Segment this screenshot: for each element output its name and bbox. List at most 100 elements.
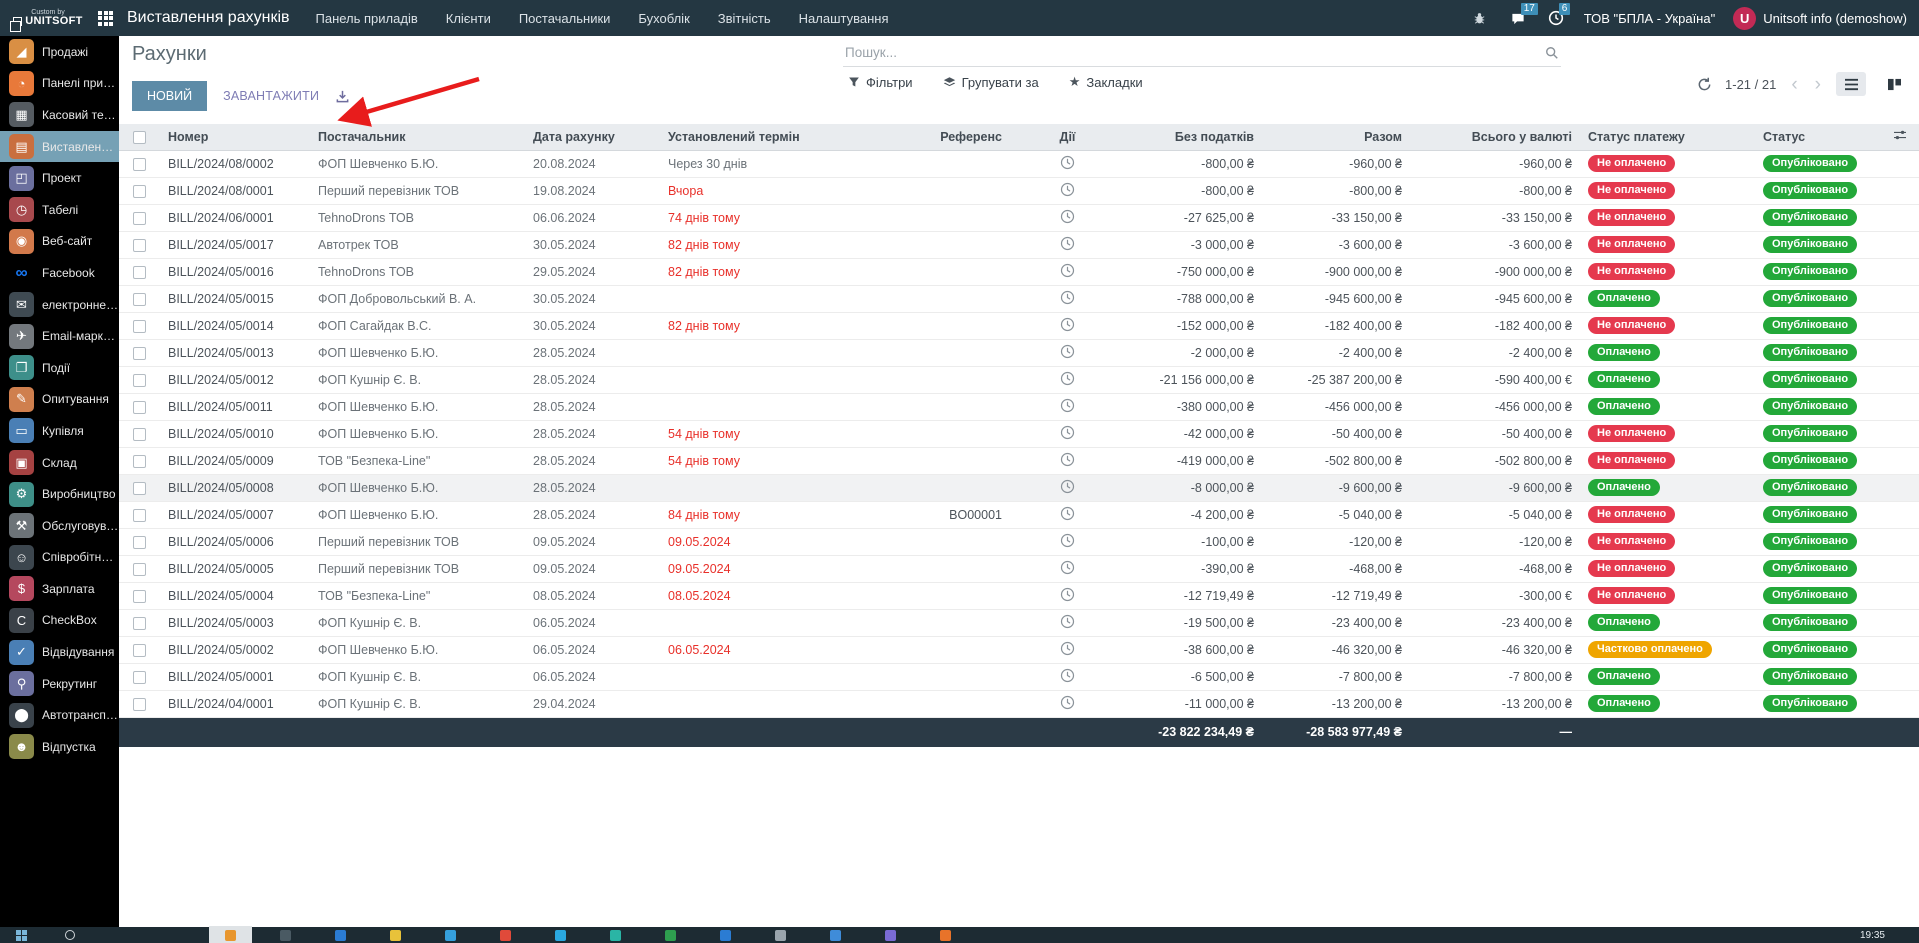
- activity-clock-icon[interactable]: [1060, 263, 1075, 278]
- activity-clock-icon[interactable]: [1060, 533, 1075, 548]
- activity-clock-icon[interactable]: [1060, 560, 1075, 575]
- table-row[interactable]: BILL/2024/05/0009 ТОВ "Безпека-Line" 28.…: [119, 447, 1919, 475]
- row-checkbox[interactable]: [133, 157, 146, 171]
- header-reference[interactable]: Референс: [865, 124, 1010, 151]
- header-total[interactable]: Разом: [1262, 124, 1410, 151]
- row-checkbox[interactable]: [133, 697, 146, 711]
- sidebar-item-manufacturing[interactable]: ⚙ Виробництво: [0, 478, 119, 510]
- sidebar-item-sales[interactable]: ◢ Продажі: [0, 36, 119, 68]
- column-options-sliders-icon[interactable]: [1880, 124, 1919, 151]
- row-checkbox[interactable]: [133, 643, 146, 657]
- firefox-icon[interactable]: [940, 929, 951, 941]
- row-checkbox[interactable]: [133, 589, 146, 603]
- upload-button[interactable]: ЗАВАНТАЖИТИ: [223, 89, 319, 103]
- activity-clock-icon[interactable]: [1060, 155, 1075, 170]
- photoshop-icon[interactable]: [555, 929, 566, 941]
- debug-bug-icon[interactable]: [1470, 8, 1490, 28]
- header-bill-date[interactable]: Дата рахунку: [525, 124, 660, 151]
- new-button[interactable]: НОВИЙ: [132, 81, 208, 111]
- teams-purple-icon[interactable]: [885, 929, 896, 941]
- search-input[interactable]: [843, 39, 1561, 67]
- row-checkbox[interactable]: [133, 454, 146, 468]
- header-activities[interactable]: Дії: [1010, 124, 1125, 151]
- row-checkbox[interactable]: [133, 346, 146, 360]
- header-due-date[interactable]: Установлений термін: [660, 124, 865, 151]
- activity-clock-icon[interactable]: [1060, 236, 1075, 251]
- teams-icon[interactable]: [445, 929, 456, 941]
- notepad-icon[interactable]: [775, 929, 786, 941]
- row-checkbox[interactable]: [133, 427, 146, 441]
- pager-prev-icon[interactable]: ‹: [1789, 75, 1799, 94]
- sidebar-item-project[interactable]: ◰ Проект: [0, 162, 119, 194]
- sidebar-item-inventory[interactable]: ▣ Склад: [0, 447, 119, 479]
- row-checkbox[interactable]: [133, 238, 146, 252]
- current-app-name[interactable]: Виставлення рахунків: [127, 9, 290, 27]
- table-row[interactable]: BILL/2024/05/0016 TehnoDrons ТОВ 29.05.2…: [119, 258, 1919, 286]
- user-menu[interactable]: U Unitsoft info (demoshow): [1733, 6, 1907, 30]
- sidebar-item-payroll[interactable]: $ Зарплата: [0, 573, 119, 605]
- menu-item-панель-приладів[interactable]: Панель приладів: [316, 11, 418, 26]
- row-checkbox[interactable]: [133, 373, 146, 387]
- excel-icon[interactable]: [665, 929, 676, 941]
- menu-item-звітність[interactable]: Звітність: [718, 11, 771, 26]
- activity-clock-icon[interactable]: [1060, 695, 1075, 710]
- row-checkbox[interactable]: [133, 184, 146, 198]
- list-view-button[interactable]: [1836, 72, 1866, 96]
- menu-item-постачальники[interactable]: Постачальники: [519, 11, 611, 26]
- activity-clock-icon[interactable]: [1060, 641, 1075, 656]
- activity-clock-icon[interactable]: [1060, 479, 1075, 494]
- sidebar-item-invoicing[interactable]: ▤ Виставлення ра...: [0, 130, 119, 163]
- sidebar-item-maintenance[interactable]: ⚒ Обслуговування: [0, 510, 119, 542]
- mail-app-icon[interactable]: [335, 929, 346, 941]
- row-checkbox[interactable]: [133, 670, 146, 684]
- sidebar-item-facebook[interactable]: ∞ Facebook: [0, 257, 119, 289]
- row-checkbox[interactable]: [133, 481, 146, 495]
- table-row[interactable]: BILL/2024/05/0017 Автотрек ТОВ 30.05.202…: [119, 231, 1919, 259]
- table-row[interactable]: BILL/2024/05/0005 Перший перевізник ТОВ …: [119, 555, 1919, 583]
- menu-item-клієнти[interactable]: Клієнти: [446, 11, 491, 26]
- table-row[interactable]: BILL/2024/08/0001 Перший перевізник ТОВ …: [119, 177, 1919, 205]
- vscode-icon[interactable]: [830, 929, 841, 941]
- select-all-checkbox[interactable]: [133, 130, 146, 144]
- activity-clock-icon[interactable]: [1060, 452, 1075, 467]
- header-vendor[interactable]: Постачальник: [310, 124, 525, 151]
- sidebar-item-employees[interactable]: ☺ Співробітники: [0, 542, 119, 574]
- menu-item-бухоблік[interactable]: Бухоблік: [638, 11, 689, 26]
- chrome-icon[interactable]: [500, 929, 511, 941]
- table-row[interactable]: BILL/2024/05/0001 ФОП Кушнір Є. В. 06.05…: [119, 663, 1919, 691]
- header-payment-status[interactable]: Статус платежу: [1580, 124, 1755, 151]
- notes-app-icon[interactable]: [390, 929, 401, 941]
- row-checkbox[interactable]: [133, 535, 146, 549]
- activity-clock-icon[interactable]: [1060, 425, 1075, 440]
- activity-clock-icon[interactable]: [1060, 344, 1075, 359]
- group-by-button[interactable]: Групувати за: [943, 75, 1039, 90]
- pager-next-icon[interactable]: ›: [1813, 75, 1823, 94]
- table-row[interactable]: BILL/2024/05/0014 ФОП Сагайдак В.С. 30.0…: [119, 312, 1919, 340]
- menu-item-налаштування[interactable]: Налаштування: [799, 11, 889, 26]
- sidebar-item-website[interactable]: ◉ Веб-сайт: [0, 226, 119, 258]
- table-row[interactable]: BILL/2024/05/0004 ТОВ "Безпека-Line" 08.…: [119, 582, 1919, 610]
- sidebar-item-recruitment[interactable]: ⚲ Рекрутинг: [0, 668, 119, 700]
- table-row[interactable]: BILL/2024/04/0001 ФОП Кушнір Є. В. 29.04…: [119, 690, 1919, 718]
- activity-clock-icon[interactable]: [1060, 290, 1075, 305]
- sidebar-item-timesheets[interactable]: ◷ Табелі: [0, 194, 119, 226]
- sidebar-item-timeoff[interactable]: ☻ Відпустка: [0, 731, 119, 763]
- company-switcher[interactable]: ТОВ "БПЛА - Україна": [1584, 11, 1715, 26]
- kanban-view-button[interactable]: [1879, 72, 1909, 96]
- row-checkbox[interactable]: [133, 292, 146, 306]
- start-button-icon[interactable]: [16, 929, 27, 941]
- table-row[interactable]: BILL/2024/05/0003 ФОП Кушнір Є. В. 06.05…: [119, 609, 1919, 637]
- activity-clock-icon[interactable]: [1060, 668, 1075, 683]
- table-row[interactable]: BILL/2024/05/0015 ФОП Добровольський В. …: [119, 285, 1919, 313]
- activity-clock-icon[interactable]: [1060, 506, 1075, 521]
- taskbar-search-icon[interactable]: [65, 930, 75, 940]
- header-status[interactable]: Статус: [1755, 124, 1880, 151]
- activity-clock-icon[interactable]: [1060, 209, 1075, 224]
- activities-clock-icon[interactable]: 6: [1546, 3, 1571, 28]
- header-untaxed[interactable]: Без податків: [1125, 124, 1262, 151]
- sidebar-item-dashboards[interactable]: ◔ Панелі приладів: [0, 68, 119, 100]
- header-number[interactable]: Номер: [160, 124, 310, 151]
- word-icon[interactable]: [720, 929, 731, 941]
- sidebar-item-purchase[interactable]: ▭ Купівля: [0, 415, 119, 447]
- table-row[interactable]: BILL/2024/05/0012 ФОП Кушнір Є. В. 28.05…: [119, 366, 1919, 394]
